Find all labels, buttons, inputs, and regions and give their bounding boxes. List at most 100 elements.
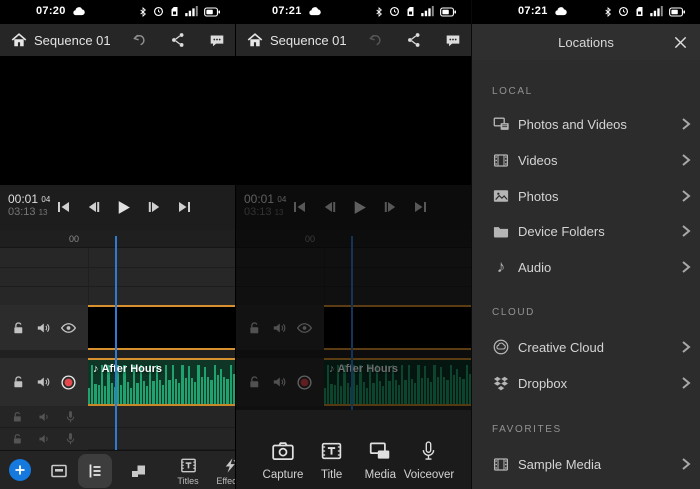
add-media-button[interactable] bbox=[9, 459, 31, 481]
chevron-right-icon bbox=[680, 153, 692, 167]
eye-icon[interactable] bbox=[60, 321, 77, 335]
status-bar: 07:20 bbox=[0, 0, 235, 24]
folder-icon bbox=[491, 224, 511, 239]
alarm-icon bbox=[618, 6, 629, 17]
effects-button[interactable]: Effects bbox=[210, 451, 236, 489]
media-label: Media bbox=[365, 469, 396, 481]
lock-icon[interactable] bbox=[11, 432, 24, 446]
clips-view-button[interactable] bbox=[118, 451, 158, 489]
speaker-icon[interactable] bbox=[37, 432, 51, 446]
status-time: 07:21 bbox=[518, 5, 548, 17]
alarm-icon bbox=[153, 6, 164, 17]
cloud-icon bbox=[308, 6, 321, 16]
list-item-videos[interactable]: Videos bbox=[472, 142, 700, 178]
editor-panel-dimmed: 07:21 Sequence 01 00:01 bbox=[236, 0, 472, 489]
lock-icon[interactable] bbox=[11, 320, 26, 336]
waveform-bar bbox=[165, 365, 167, 404]
video-clip[interactable] bbox=[88, 305, 236, 350]
locations-panel: 07:21 Locations LOCAL Photos and Videos bbox=[472, 0, 700, 489]
waveform-bar bbox=[220, 369, 222, 404]
audio-clip[interactable]: ♪After Hours bbox=[88, 358, 236, 406]
status-time: 07:21 bbox=[272, 5, 302, 17]
speaker-icon[interactable] bbox=[37, 410, 51, 424]
voiceover-button[interactable]: Voiceover bbox=[405, 440, 453, 489]
share-button[interactable] bbox=[168, 30, 188, 50]
current-frames: 04 bbox=[41, 195, 50, 204]
mic-icon[interactable] bbox=[64, 409, 77, 425]
modal-dim-overlay[interactable] bbox=[236, 56, 472, 410]
waveform-bar bbox=[146, 386, 148, 404]
step-forward-button[interactable] bbox=[142, 191, 165, 223]
skip-to-start-button[interactable] bbox=[52, 191, 75, 223]
status-bar: 07:21 bbox=[472, 0, 700, 24]
media-browser-button[interactable] bbox=[39, 451, 79, 489]
videos-icon bbox=[491, 152, 511, 169]
battery-icon bbox=[669, 7, 685, 17]
battery-icon bbox=[440, 7, 456, 17]
lock-icon[interactable] bbox=[11, 410, 24, 424]
bluetooth-icon bbox=[375, 6, 383, 18]
capture-button[interactable]: Capture bbox=[259, 440, 307, 489]
waveform-bar bbox=[143, 381, 145, 404]
waveform-bar bbox=[168, 380, 170, 404]
comment-button[interactable] bbox=[207, 30, 227, 50]
share-button[interactable] bbox=[404, 30, 424, 50]
undo-button[interactable] bbox=[129, 30, 149, 50]
skip-to-end-button[interactable] bbox=[172, 191, 195, 223]
waveform-bar bbox=[152, 381, 154, 404]
list-item-photos-and-videos[interactable]: Photos and Videos bbox=[472, 106, 700, 142]
alarm-icon bbox=[389, 6, 400, 17]
bluetooth-icon bbox=[604, 6, 612, 18]
chevron-right-icon bbox=[680, 260, 692, 274]
home-button[interactable] bbox=[10, 31, 28, 49]
waveform-bar bbox=[178, 383, 180, 404]
waveform-bar bbox=[188, 366, 190, 404]
playhead[interactable] bbox=[115, 236, 117, 450]
list-item-device-folders[interactable]: Device Folders bbox=[472, 213, 700, 249]
video-preview[interactable] bbox=[0, 56, 236, 185]
list-item-creative-cloud[interactable]: Creative Cloud bbox=[472, 329, 700, 365]
sim-icon bbox=[406, 6, 415, 17]
lock-icon[interactable] bbox=[11, 374, 26, 390]
titles-label: Titles bbox=[177, 476, 198, 486]
titles-button[interactable]: Titles bbox=[168, 451, 208, 489]
voiceover-label: Voiceover bbox=[404, 469, 455, 481]
mic-icon[interactable] bbox=[64, 431, 77, 447]
timeline-view-button[interactable] bbox=[78, 454, 112, 488]
waveform-bar bbox=[185, 378, 187, 404]
sequence-title: Sequence 01 bbox=[34, 33, 111, 48]
photos-icon bbox=[491, 188, 511, 204]
waveform-bar bbox=[130, 388, 132, 404]
waveform-bar bbox=[204, 367, 206, 404]
comment-button[interactable] bbox=[443, 30, 463, 50]
list-item-photos[interactable]: Photos bbox=[472, 178, 700, 214]
signal-icon bbox=[650, 6, 663, 17]
play-button[interactable] bbox=[112, 191, 135, 223]
chevron-right-icon bbox=[680, 224, 692, 238]
signal-icon bbox=[185, 6, 198, 17]
section-label-local: LOCAL bbox=[492, 86, 533, 97]
cloud-icon bbox=[554, 6, 567, 16]
capture-label: Capture bbox=[263, 469, 304, 481]
undo-button[interactable] bbox=[365, 30, 385, 50]
lane-divider bbox=[0, 267, 236, 268]
track-gap bbox=[0, 350, 236, 358]
chevron-right-icon bbox=[680, 340, 692, 354]
close-icon[interactable] bbox=[670, 32, 690, 52]
record-icon[interactable] bbox=[60, 374, 77, 391]
app-screen: 07:20 Sequence 01 00:01 bbox=[0, 0, 700, 489]
home-button[interactable] bbox=[246, 31, 264, 49]
status-bar: 07:21 bbox=[236, 0, 471, 24]
media-button[interactable]: Media bbox=[356, 440, 404, 489]
timeline-ruler[interactable]: 00 bbox=[0, 230, 236, 248]
list-item-dropbox[interactable]: Dropbox bbox=[472, 365, 700, 401]
list-item-sample-media[interactable]: Sample Media bbox=[472, 446, 700, 482]
title-button[interactable]: Title bbox=[308, 440, 356, 489]
step-back-button[interactable] bbox=[82, 191, 105, 223]
speaker-icon[interactable] bbox=[35, 374, 51, 390]
waveform-bar bbox=[136, 383, 138, 404]
speaker-icon[interactable] bbox=[35, 320, 51, 336]
list-item-audio[interactable]: ♪ Audio bbox=[472, 249, 700, 285]
app-bar: Sequence 01 bbox=[236, 24, 471, 56]
creative-cloud-icon bbox=[491, 338, 511, 356]
